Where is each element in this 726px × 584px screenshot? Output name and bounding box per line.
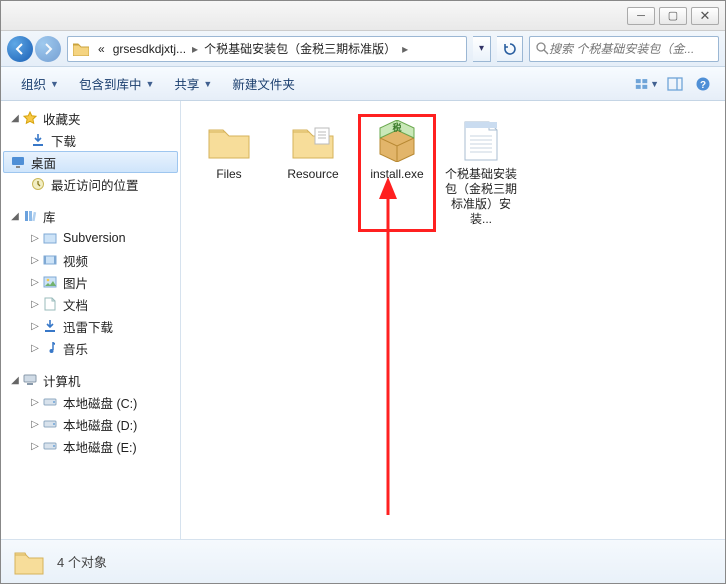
favorites-group[interactable]: ◢ 收藏夹 [3, 107, 178, 129]
breadcrumb[interactable]: « grsesdkdjxtj... ▸ 个税基础安装包（金税三期标准版） ▸ [67, 36, 467, 62]
navigation-pane[interactable]: ◢ 收藏夹 下载 桌面 最近访问的位置 [1, 101, 181, 539]
computer-group[interactable]: ◢ 计算机 [3, 369, 178, 391]
folder-icon [13, 546, 45, 578]
collapse-icon: ◢ [9, 211, 21, 222]
expand-icon: ▷ [29, 419, 41, 430]
expand-icon: ▷ [29, 299, 41, 310]
download-icon [29, 132, 47, 148]
folder-icon [72, 40, 90, 58]
picture-icon [41, 274, 59, 290]
sidebar-item-pictures[interactable]: ▷图片 [3, 271, 178, 293]
status-text: 4 个对象 [57, 552, 107, 571]
minimize-button[interactable]: ─ [627, 7, 655, 25]
sidebar-item-drive-c[interactable]: ▷本地磁盘 (C:) [3, 391, 178, 413]
refresh-button[interactable] [497, 36, 523, 62]
library-icon [21, 208, 39, 224]
expand-icon: ▷ [29, 343, 41, 354]
search-input[interactable] [549, 42, 712, 56]
sidebar-item-downloads[interactable]: 下载 [3, 129, 178, 151]
breadcrumb-seg[interactable]: grsesdkdjxtj... [109, 42, 190, 56]
status-bar: 4 个对象 [1, 539, 725, 583]
sidebar-item-drive-e[interactable]: ▷本地磁盘 (E:) [3, 435, 178, 457]
expand-icon: ▷ [29, 255, 41, 266]
drive-icon [41, 438, 59, 454]
new-folder-button[interactable]: 新建文件夹 [222, 70, 305, 97]
star-icon [21, 110, 39, 126]
titlebar: ─ ▢ ✕ [1, 1, 725, 31]
expand-icon: ▷ [29, 441, 41, 452]
chevron-right-icon: ▸ [400, 42, 410, 56]
recent-icon [29, 176, 47, 192]
forward-button[interactable] [35, 36, 61, 62]
organize-menu[interactable]: 组织▼ [11, 70, 69, 97]
sidebar-item-drive-d[interactable]: ▷本地磁盘 (D:) [3, 413, 178, 435]
chevron-right-icon: ▸ [190, 42, 200, 56]
drive-icon [41, 394, 59, 410]
collapse-icon: ◢ [9, 113, 21, 124]
chevron-down-icon: ▼ [650, 79, 659, 89]
installer-icon: 税 [373, 119, 421, 163]
close-button[interactable]: ✕ [691, 7, 719, 25]
arrow-right-icon [42, 43, 54, 55]
download-icon [41, 318, 59, 334]
music-icon [41, 340, 59, 356]
libraries-group[interactable]: ◢ 库 [3, 205, 178, 227]
help-button[interactable]: ? [691, 72, 715, 96]
help-icon: ? [695, 76, 711, 92]
share-menu[interactable]: 共享▼ [164, 70, 222, 97]
file-item-folder[interactable]: Files [191, 115, 267, 231]
toolbar: 组织▼ 包含到库中▼ 共享▼ 新建文件夹 ▼ ? [1, 67, 725, 101]
svg-text:?: ? [700, 80, 706, 91]
sidebar-item-recent[interactable]: 最近访问的位置 [3, 173, 178, 195]
expand-icon: ▷ [29, 277, 41, 288]
file-list[interactable]: Files Resource 税 [181, 101, 725, 539]
computer-icon [21, 372, 39, 388]
file-item-textfile[interactable]: 个税基础安装包（金税三期标准版）安装... [443, 115, 519, 231]
include-in-library-menu[interactable]: 包含到库中▼ [69, 70, 164, 97]
preview-pane-icon [667, 77, 683, 91]
desktop-icon [9, 154, 27, 170]
drive-icon [41, 416, 59, 432]
breadcrumb-seg[interactable]: 个税基础安装包（金税三期标准版） [200, 40, 400, 57]
preview-pane-button[interactable] [663, 72, 687, 96]
text-file-icon [457, 119, 505, 163]
sidebar-item-xunlei[interactable]: ▷迅雷下载 [3, 315, 178, 337]
folder-icon [41, 230, 59, 246]
collapse-icon: ◢ [9, 375, 21, 386]
chevron-down-icon: ▼ [145, 79, 154, 89]
breadcrumb-prefix[interactable]: « [94, 42, 109, 56]
libraries-label: 库 [43, 207, 56, 226]
maximize-button[interactable]: ▢ [659, 7, 687, 25]
expand-icon: ▷ [29, 397, 41, 408]
explorer-window: ─ ▢ ✕ « grsesdkdjxtj... ▸ 个税基础安装包（金税三期标准… [0, 0, 726, 584]
search-icon [536, 42, 549, 55]
computer-label: 计算机 [43, 371, 81, 390]
sidebar-item-music[interactable]: ▷音乐 [3, 337, 178, 359]
folder-icon [289, 119, 337, 163]
document-icon [41, 296, 59, 312]
chevron-down-icon: ▼ [203, 79, 212, 89]
file-item-folder[interactable]: Resource [275, 115, 351, 231]
view-icon [635, 77, 648, 91]
favorites-label: 收藏夹 [43, 109, 81, 128]
back-button[interactable] [7, 36, 33, 62]
sidebar-item-documents[interactable]: ▷文档 [3, 293, 178, 315]
body: ◢ 收藏夹 下载 桌面 最近访问的位置 [1, 101, 725, 539]
view-options-button[interactable]: ▼ [635, 72, 659, 96]
refresh-icon [503, 42, 517, 56]
address-bar: « grsesdkdjxtj... ▸ 个税基础安装包（金税三期标准版） ▸ ▾ [1, 31, 725, 67]
sidebar-item-subversion[interactable]: ▷Subversion [3, 227, 178, 249]
folder-icon [205, 119, 253, 163]
video-icon [41, 252, 59, 268]
search-box[interactable] [529, 36, 719, 62]
svg-text:税: 税 [392, 122, 401, 133]
sidebar-item-videos[interactable]: ▷视频 [3, 249, 178, 271]
file-item-installer[interactable]: 税 install.exe [359, 115, 435, 231]
expand-icon: ▷ [29, 321, 41, 332]
chevron-down-icon: ▼ [50, 79, 59, 89]
breadcrumb-dropdown[interactable]: ▾ [473, 36, 491, 62]
sidebar-item-desktop[interactable]: 桌面 [3, 151, 178, 173]
expand-icon: ▷ [29, 233, 41, 244]
arrow-left-icon [14, 43, 26, 55]
